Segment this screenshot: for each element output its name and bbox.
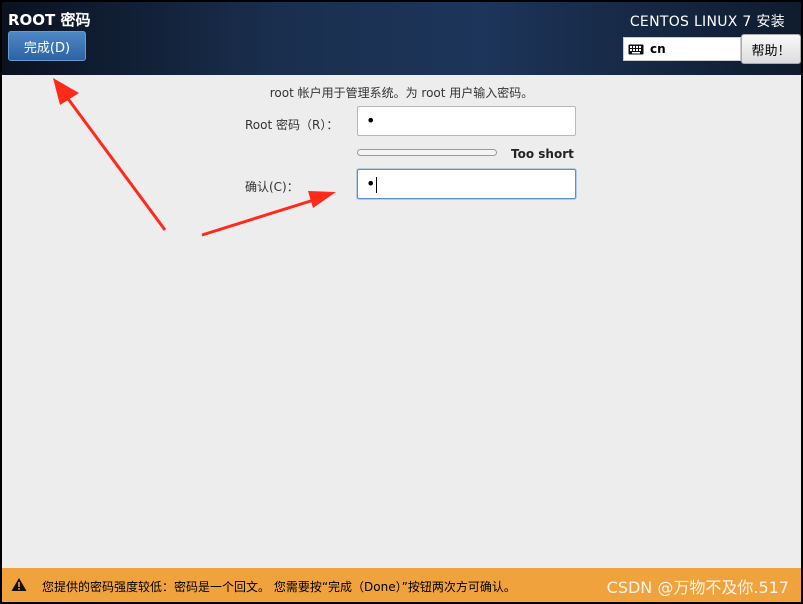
password-strength-bar xyxy=(357,149,497,156)
keyboard-icon xyxy=(628,44,644,54)
watermark: CSDN @万物不及你.517 xyxy=(606,578,789,597)
header-bar: ROOT 密码 完成(D) CENTOS LINUX 7 安装 cn 帮助！ xyxy=(2,2,801,75)
warning-icon xyxy=(11,578,27,591)
confirm-password-input[interactable]: • xyxy=(357,169,576,199)
page-title: ROOT 密码 xyxy=(8,11,91,29)
confirm-password-label: 确认(C)： xyxy=(245,180,299,194)
help-button[interactable]: 帮助！ xyxy=(741,34,801,64)
intro-text: root 帐户用于管理系统。为 root 用户输入密码。 xyxy=(269,86,534,100)
keyboard-layout-indicator[interactable]: cn xyxy=(623,37,741,61)
annotation-arrow-to-confirm xyxy=(201,191,336,237)
text-cursor xyxy=(376,176,378,193)
warning-message: 您提供的密码强度较低：密码是一个回文。 您需要按“完成（Done）”按钮两次方可… xyxy=(42,580,516,594)
installer-window: ROOT 密码 完成(D) CENTOS LINUX 7 安装 cn 帮助！ r… xyxy=(2,2,801,602)
root-password-input[interactable]: • xyxy=(357,106,576,136)
warning-bar[interactable]: 您提供的密码强度较低：密码是一个回文。 您需要按“完成（Done）”按钮两次方可… xyxy=(2,568,801,602)
password-strength-label: Too short xyxy=(511,147,574,161)
confirm-password-value: • xyxy=(366,174,376,193)
root-password-label: Root 密码（R）： xyxy=(245,118,339,132)
keyboard-layout-label: cn xyxy=(650,42,666,56)
root-password-value: • xyxy=(366,111,376,130)
done-button[interactable]: 完成(D) xyxy=(8,31,86,61)
product-title: CENTOS LINUX 7 安装 xyxy=(629,14,785,30)
